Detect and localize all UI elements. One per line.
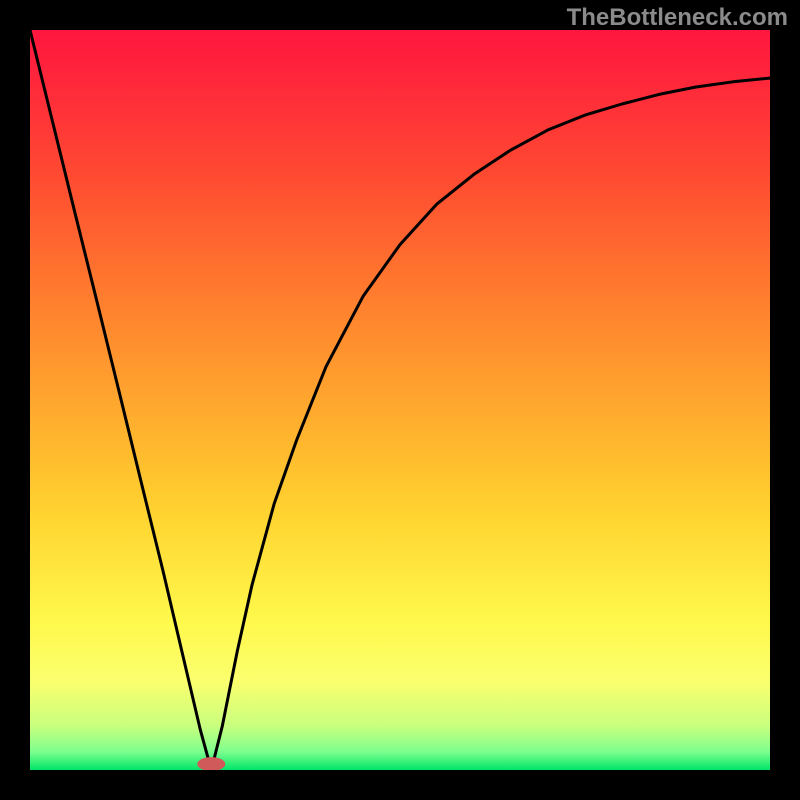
chart-frame: TheBottleneck.com [0, 0, 800, 800]
gradient-background [30, 30, 770, 770]
watermark-text: TheBottleneck.com [567, 4, 788, 32]
bottleneck-chart [30, 30, 770, 770]
plot-area [30, 30, 770, 770]
